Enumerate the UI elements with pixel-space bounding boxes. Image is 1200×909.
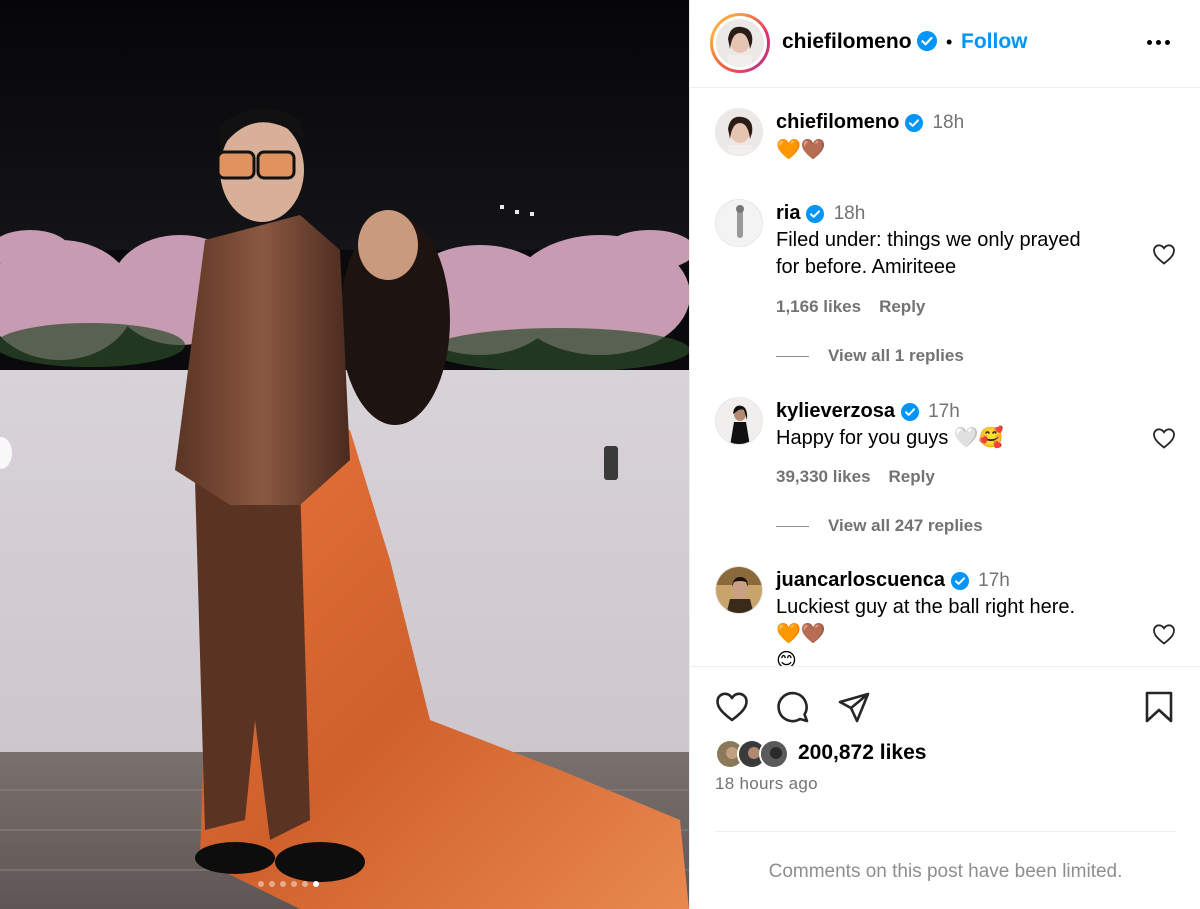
comment-text: Filed under: things we only prayed for b… bbox=[776, 227, 1081, 281]
verified-badge-icon bbox=[917, 31, 937, 51]
carousel-dot bbox=[302, 881, 308, 887]
comment-time[interactable]: 18h bbox=[834, 203, 866, 224]
liked-by-avatars[interactable] bbox=[715, 739, 793, 769]
comment-likes[interactable]: 1,166 likes bbox=[776, 297, 861, 316]
carousel-indicator bbox=[258, 881, 319, 887]
comment-time[interactable]: 18h bbox=[932, 112, 964, 133]
comment-text-line: 🧡🤎 bbox=[776, 623, 826, 645]
likes-count[interactable]: 200,872 likes bbox=[798, 741, 926, 765]
comment-username[interactable]: chiefilomeno 18h bbox=[776, 111, 964, 134]
comment-text-line: 😊 bbox=[776, 650, 797, 666]
comment-text: 🧡🤎 bbox=[776, 139, 826, 161]
post-header: chiefilomeno • Follow bbox=[690, 0, 1200, 88]
avatar[interactable] bbox=[715, 199, 763, 247]
comment-username[interactable]: ria 18h bbox=[776, 202, 865, 225]
comments-limited-notice: Comments on this post have been limited. bbox=[768, 861, 1123, 882]
view-replies-label[interactable]: View all 247 replies bbox=[828, 516, 983, 535]
like-comment-heart-icon[interactable] bbox=[1152, 427, 1176, 449]
reply-button[interactable]: Reply bbox=[889, 467, 935, 486]
like-comment-heart-icon[interactable] bbox=[1152, 243, 1176, 265]
avatar[interactable] bbox=[715, 566, 763, 614]
comment-time[interactable]: 17h bbox=[928, 401, 960, 422]
verified-badge-icon bbox=[904, 113, 923, 132]
heart-icon[interactable] bbox=[713, 689, 751, 725]
separator-dot: • bbox=[946, 32, 953, 52]
avatar[interactable] bbox=[715, 397, 763, 445]
bookmark-icon[interactable] bbox=[1140, 689, 1178, 725]
view-replies-button[interactable]: View all 247 replies bbox=[776, 516, 983, 536]
view-replies-button[interactable]: View all 1 replies bbox=[776, 346, 964, 366]
story-ring[interactable] bbox=[710, 13, 770, 73]
verified-badge-icon bbox=[900, 402, 919, 421]
comment-meta: 39,330 likes Reply bbox=[776, 467, 953, 487]
username-text[interactable]: chiefilomeno bbox=[776, 111, 899, 133]
photo-canvas bbox=[0, 0, 689, 909]
username-text[interactable]: kylieverzosa bbox=[776, 400, 895, 422]
carousel-dot bbox=[291, 881, 297, 887]
comment-text-line: Filed under: things we only prayed bbox=[776, 229, 1081, 251]
avatar[interactable] bbox=[715, 108, 763, 156]
carousel-dot bbox=[280, 881, 286, 887]
comment-meta: 1,166 likes Reply bbox=[776, 297, 943, 317]
more-options-icon[interactable] bbox=[1144, 34, 1172, 50]
comment-text-line: for before. Amiriteee bbox=[776, 256, 957, 278]
reply-button[interactable]: Reply bbox=[879, 297, 925, 316]
comment-icon[interactable] bbox=[774, 689, 812, 725]
comment-username[interactable]: kylieverzosa 17h bbox=[776, 400, 960, 423]
username-text[interactable]: ria bbox=[776, 202, 800, 224]
view-replies-label[interactable]: View all 1 replies bbox=[828, 346, 964, 365]
username-text[interactable]: juancarloscuenca bbox=[776, 569, 945, 591]
avatar bbox=[716, 19, 764, 67]
avatar bbox=[759, 739, 789, 769]
comment-text-line: Luckiest guy at the ball right here. bbox=[776, 596, 1076, 618]
comment-text: Happy for you guys 🤍🥰 bbox=[776, 427, 1004, 449]
verified-badge-icon bbox=[950, 571, 969, 590]
like-comment-heart-icon[interactable] bbox=[1152, 623, 1176, 645]
follow-button[interactable]: Follow bbox=[961, 30, 1028, 54]
share-icon[interactable] bbox=[835, 689, 873, 725]
comment-text: Luckiest guy at the ball right here. 🧡🤎 … bbox=[776, 594, 1075, 666]
carousel-dot bbox=[258, 881, 264, 887]
comment-username[interactable]: juancarloscuenca 17h bbox=[776, 569, 1010, 592]
comments-list[interactable]: chiefilomeno 18h 🧡🤎 ria 18h Filed under:… bbox=[690, 88, 1200, 666]
verified-badge-icon bbox=[806, 204, 825, 223]
carousel-dot bbox=[269, 881, 275, 887]
author-username[interactable]: chiefilomeno bbox=[782, 30, 912, 54]
post-actions: 200,872 likes 18 hours ago Comments on t… bbox=[690, 666, 1200, 909]
divider bbox=[715, 831, 1177, 832]
post-time[interactable]: 18 hours ago bbox=[715, 774, 818, 794]
carousel-dot bbox=[313, 881, 319, 887]
post-photo[interactable] bbox=[0, 0, 689, 909]
comment-time[interactable]: 17h bbox=[978, 570, 1010, 591]
post-side-panel: chiefilomeno • Follow chiefilomeno 18h 🧡… bbox=[689, 0, 1200, 909]
comment-likes[interactable]: 39,330 likes bbox=[776, 467, 871, 486]
